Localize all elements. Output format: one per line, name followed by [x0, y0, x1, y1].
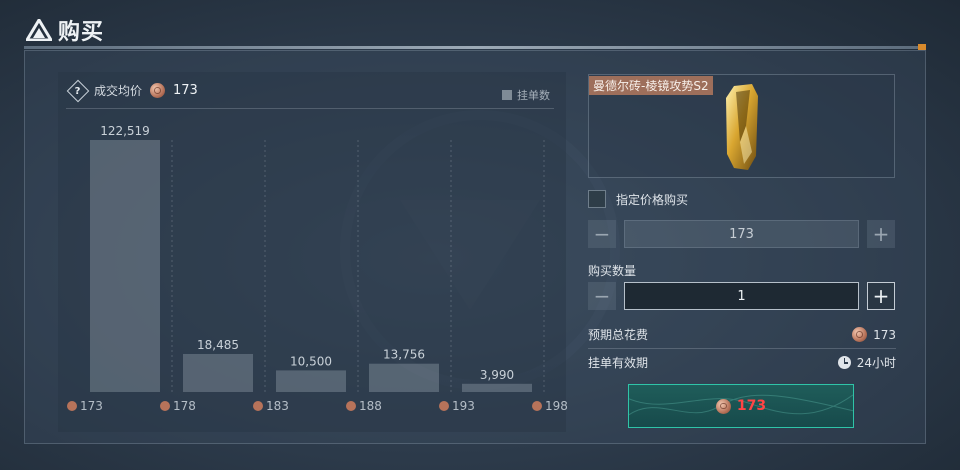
estimated-cost-label: 预期总花费 [588, 328, 649, 342]
legend-label: 挂单数 [517, 89, 550, 102]
copper-coin-icon [439, 401, 449, 411]
copper-coin-icon [715, 398, 731, 414]
quantity-label: 购买数量 [588, 264, 637, 278]
window-title-text: 购买 [58, 20, 105, 45]
chart-bar[interactable] [183, 353, 253, 392]
buy-button-price: 173 [736, 398, 767, 414]
row-divider [588, 348, 896, 349]
bar-value-label: 122,519 [100, 124, 150, 138]
specified-price-checkbox[interactable] [588, 190, 606, 208]
validity-label: 挂单有效期 [588, 356, 649, 370]
item-name-tag: 曼德尔砖-棱镜攻势S2 [589, 76, 713, 95]
logo-icon [26, 19, 52, 41]
chart-bar[interactable] [90, 140, 160, 392]
price-stepper: − 173 + [588, 220, 895, 248]
validity-row: 挂单有效期 24小时 [588, 354, 896, 371]
x-tick-label: 198 [545, 399, 568, 413]
price-increase-button[interactable]: + [867, 220, 895, 248]
quantity-decrease-button[interactable]: − [588, 282, 616, 310]
quantity-input[interactable]: 1 [624, 282, 859, 310]
title-divider [24, 46, 926, 49]
x-tick-label: 178 [173, 399, 196, 413]
bar-value-label: 13,756 [383, 348, 425, 362]
average-price-value: 173 [173, 83, 198, 98]
help-icon[interactable]: ? [66, 79, 90, 102]
price-decrease-button[interactable]: − [588, 220, 616, 248]
chart-bar[interactable] [462, 383, 532, 392]
copper-coin-icon [532, 401, 542, 411]
validity-value: 24小时 [856, 356, 896, 370]
copper-coin-icon [852, 327, 868, 342]
window-title: 购买 [26, 14, 104, 46]
estimated-cost-value: 173 [873, 327, 896, 342]
x-tick-label: 173 [80, 399, 103, 413]
x-tick-label: 193 [452, 399, 475, 413]
copper-coin-icon [67, 401, 77, 411]
bar-value-label: 3,990 [480, 368, 514, 382]
clock-icon [837, 356, 851, 369]
order-volume-chart: 122,519 173 18,485 178 10,500 183 13,756 188 3,9… [67, 124, 568, 413]
estimated-cost-row: 预期总花费 173 [588, 326, 896, 343]
quantity-increase-button[interactable]: + [867, 282, 895, 310]
average-price-label: 成交均价 [94, 84, 143, 98]
copper-coin-icon [346, 401, 356, 411]
specified-price-option[interactable]: 指定价格购买 [588, 190, 688, 208]
copper-coin-icon [160, 401, 170, 411]
chart-divider [66, 108, 554, 109]
chart-legend: 挂单数 [502, 87, 550, 103]
copper-coin-icon [150, 83, 166, 98]
chart-bar[interactable] [369, 363, 439, 392]
bar-value-label: 10,500 [290, 354, 332, 368]
x-tick-label: 188 [359, 399, 382, 413]
quantity-stepper: − 1 + [588, 282, 895, 310]
copper-coin-icon [253, 401, 263, 411]
bar-value-label: 18,485 [197, 338, 239, 352]
average-price-row: ? 成交均价 173 [66, 79, 198, 102]
specified-price-label: 指定价格购买 [616, 192, 689, 207]
buy-button[interactable]: 173 [628, 384, 854, 428]
price-input[interactable]: 173 [624, 220, 859, 248]
x-tick-label: 183 [266, 399, 289, 413]
legend-swatch [502, 90, 512, 100]
item-image [726, 84, 758, 170]
chart-bar[interactable] [276, 370, 346, 392]
